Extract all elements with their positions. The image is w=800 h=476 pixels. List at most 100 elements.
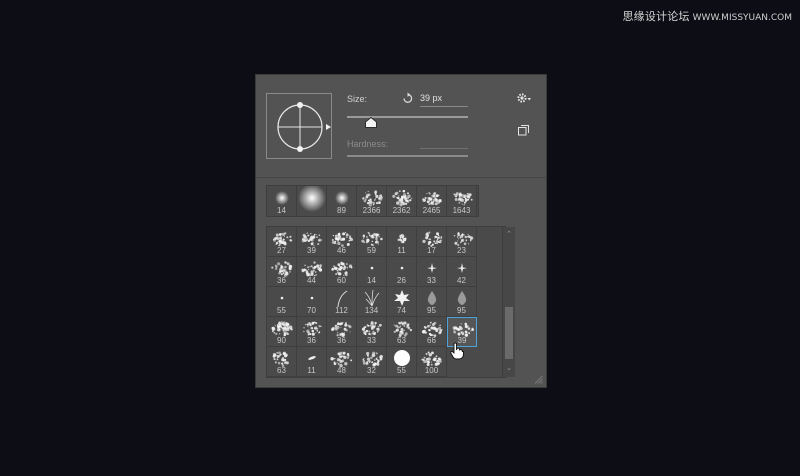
brush-preset[interactable]: 42 [447,257,477,287]
brush-preset[interactable]: 66 [417,317,447,347]
brush-size-label: 59 [367,246,376,255]
hand-cursor-icon [450,342,464,360]
gear-icon[interactable] [516,92,532,104]
brush-preset[interactable]: 70 [297,287,327,317]
hardness-input[interactable] [420,147,468,149]
brush-size-label: 66 [427,336,436,345]
brush-preset[interactable]: 134 [357,287,387,317]
brush-preset[interactable]: 63 [387,317,417,347]
brush-tip-icon [298,186,326,212]
brush-size-label: 11 [397,246,406,255]
brush-size-label: 2465 [422,206,441,215]
watermark: 思缘设计论坛 WWW.MISSYUAN.COM [622,8,792,24]
brush-preset[interactable]: 95 [447,287,477,317]
recent-brush-preset[interactable]: 89 [327,186,357,216]
brush-preset[interactable]: 55 [267,287,297,317]
watermark-url: WWW.MISSYUAN.COM [692,13,792,23]
brush-size-label: 74 [397,306,406,315]
brush-size-label: 26 [397,276,406,285]
brush-preset[interactable]: 112 [327,287,357,317]
brush-size-label: 1643 [452,206,471,215]
brush-size-label: 95 [457,306,466,315]
recent-brush-preset[interactable]: 14 [267,186,297,216]
brush-preset[interactable]: 46 [327,227,357,257]
brush-size-label: 33 [427,276,436,285]
size-label: Size: [347,94,368,104]
brush-size-label: 2362 [392,206,411,215]
brush-preset[interactable]: 95 [417,287,447,317]
brush-size-label: 95 [427,306,436,315]
brush-size-label: 55 [277,306,286,315]
recent-brush-preset[interactable]: 1643 [447,186,477,216]
brush-size-label: 46 [337,246,346,255]
brush-size-label: 27 [277,246,286,255]
brush-size-label: 23 [457,246,466,255]
brush-preset[interactable]: 32 [357,347,387,377]
recent-brush-preset[interactable]: 2362 [387,186,417,216]
brush-preset[interactable]: 11 [297,347,327,377]
brush-preset[interactable]: 63 [267,347,297,377]
brush-preset[interactable]: 60 [327,257,357,287]
brush-size-label: 55 [397,366,406,375]
chevron-down-icon[interactable]: ⌄ [505,365,513,373]
brush-preset[interactable]: 33 [417,257,447,287]
brush-size-label: 63 [397,336,406,345]
brush-preset[interactable]: 90 [267,317,297,347]
brush-tip-preview[interactable] [266,93,332,159]
brush-preset[interactable]: 59 [357,227,387,257]
brush-size-label: 100 [424,366,439,375]
brush-preset[interactable]: 74 [387,287,417,317]
size-input[interactable]: 39 px [420,93,468,107]
brush-preset[interactable]: 100 [417,347,447,377]
brush-preset[interactable]: 26 [387,257,417,287]
recent-brushes: 14 89 2366 2362 2465 1643 [266,185,479,217]
brush-preset[interactable]: 48 [327,347,357,377]
brush-size-label: 112 [335,306,348,315]
chevron-up-icon[interactable]: ⌃ [505,231,513,239]
brush-size-label: 60 [337,276,346,285]
brush-preset[interactable]: 44 [297,257,327,287]
brush-size-label: 134 [364,306,379,315]
brush-size-label: 36 [337,336,346,345]
brush-preset[interactable]: 36 [267,257,297,287]
brush-preset[interactable]: 39 [297,227,327,257]
brush-size-label: 33 [367,336,376,345]
brush-preset[interactable]: 55 [387,347,417,377]
brush-size-label: 70 [307,306,316,315]
brush-size-label: 36 [277,276,286,285]
recent-brush-preset[interactable] [297,186,327,216]
brush-preset[interactable]: 23 [447,227,477,257]
brush-preset[interactable]: 11 [387,227,417,257]
recent-brush-preset[interactable]: 2465 [417,186,447,216]
hardness-label: Hardness: [347,139,389,149]
new-preset-icon[interactable] [518,125,529,136]
scrollbar-thumb[interactable] [505,307,513,359]
brush-preset-grid: 27 39 46 59 11 17 23 36 44 60 14 26 33 42 55 70 112 134 74… [266,226,515,378]
size-slider-thumb[interactable] [365,117,378,128]
brush-size-label: 32 [367,366,376,375]
recent-brush-preset[interactable]: 2366 [357,186,387,216]
brush-size-label: 44 [307,276,316,285]
resize-grip-icon[interactable] [533,374,543,384]
brush-preset[interactable]: 33 [357,317,387,347]
brush-preset[interactable]: 27 [267,227,297,257]
hardness-slider-track[interactable] [347,155,468,157]
scrollbar[interactable]: ⌃ ⌄ [502,227,515,377]
brush-size-label: 90 [277,336,286,345]
brush-size-label: 42 [457,276,466,285]
brush-preset[interactable]: 14 [357,257,387,287]
brush-preset[interactable]: 36 [297,317,327,347]
brush-angle-roundness-icon [277,102,331,152]
brush-size-label: 48 [337,366,346,375]
brush-preset[interactable]: 17 [417,227,447,257]
reset-icon[interactable] [401,92,414,105]
brush-preset-picker: Size: 39 px Hardness: 14 89 2366 2362 2465 16… [255,74,547,388]
brush-size-label: 14 [367,276,376,285]
brush-size-label: 36 [307,336,316,345]
divider [256,177,546,178]
brush-size-label: 63 [277,366,286,375]
brush-preset[interactable]: 36 [327,317,357,347]
brush-size-label: 17 [427,246,436,255]
brush-size-label: 89 [337,206,346,215]
brush-size-label: 11 [307,366,316,375]
